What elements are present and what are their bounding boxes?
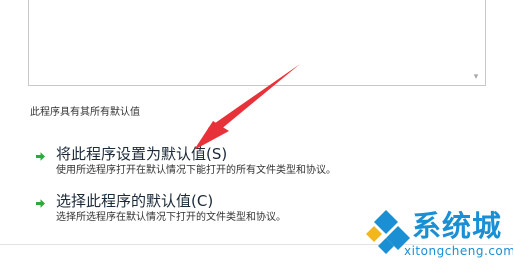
choose-defaults-title[interactable]: 选择此程序的默认值(C) (56, 192, 213, 210)
scroll-down-icon[interactable]: ▾ (469, 71, 483, 83)
watermark: 系统城 xitongcheng.com (360, 208, 513, 264)
watermark-name: 系统城 (412, 209, 503, 243)
set-as-default-title[interactable]: 将此程序设置为默认值(S) (56, 145, 227, 163)
description-textbox[interactable]: ▾ (28, 0, 486, 86)
set-as-default-link[interactable]: 将此程序设置为默认值(S) 使用所选程序打开在默认情况下能打开的所有文件类型和协… (34, 145, 374, 181)
status-text: 此程序具有其所有默认值 (30, 107, 140, 118)
set-as-default-description: 使用所选程序打开在默认情况下能打开的所有文件类型和协议。 (56, 165, 336, 176)
green-arrow-icon (34, 150, 47, 163)
watermark-domain: xitongcheng.com (404, 244, 513, 258)
choose-defaults-description: 选择所选程序在默认情况下打开的文件类型和协议。 (56, 212, 286, 223)
choose-defaults-link[interactable]: 选择此程序的默认值(C) 选择所选程序在默认情况下打开的文件类型和协议。 (34, 192, 334, 228)
green-arrow-icon (34, 197, 47, 210)
